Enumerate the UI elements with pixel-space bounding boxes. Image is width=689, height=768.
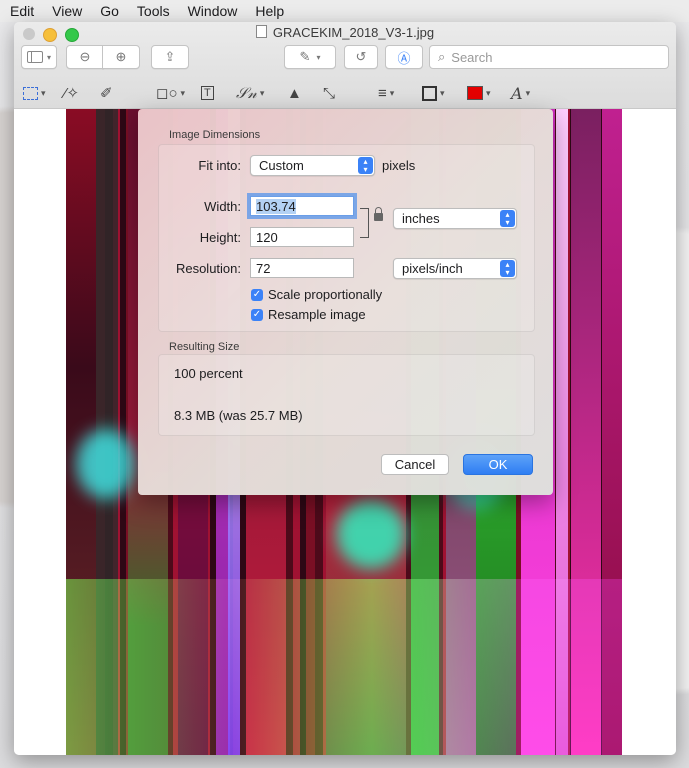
instant-alpha-tool[interactable]: ⁄✧ bbox=[64, 82, 79, 104]
border-icon bbox=[422, 85, 437, 101]
sign-tool[interactable]: 𝒮𝓃 ▾ bbox=[236, 82, 264, 104]
resolution-unit-popup[interactable]: pixels/inch ▴ ▾ bbox=[393, 258, 517, 279]
markup-button[interactable]: Ⓐ bbox=[385, 45, 423, 69]
shapes-icon: ◻︎○ bbox=[156, 85, 178, 102]
dimension-unit-popup[interactable]: inches ▴ ▾ bbox=[393, 208, 517, 229]
color-icon bbox=[467, 86, 483, 100]
width-value: 103.74 bbox=[256, 199, 296, 214]
text-icon: T bbox=[201, 86, 214, 100]
width-label: Width: bbox=[204, 199, 241, 214]
resample-image-label: Resample image bbox=[268, 307, 366, 322]
pen-button[interactable]: ✎ ▾ bbox=[284, 45, 336, 69]
search-field[interactable]: ⌕ Search bbox=[429, 45, 669, 69]
scale-proportionally-checkbox[interactable]: ✓ Scale proportionally bbox=[251, 287, 382, 302]
menu-bar: Edit View Go Tools Window Help bbox=[0, 0, 689, 22]
sign-icon: 𝒮𝓃 bbox=[236, 84, 257, 102]
sketch-tool[interactable]: ✐ bbox=[100, 82, 113, 104]
resample-image-checkbox[interactable]: ✓ Resample image bbox=[251, 307, 366, 322]
proportion-bracket bbox=[360, 208, 369, 238]
zoom-out-button[interactable]: ⊖ bbox=[66, 45, 104, 69]
window-title: GRACEKIM_2018_V3-1.jpg bbox=[14, 25, 676, 40]
dimension-unit-value: inches bbox=[402, 211, 440, 226]
text-style-tool[interactable]: A ▾ bbox=[511, 82, 530, 104]
menu-window[interactable]: Window bbox=[178, 3, 246, 19]
fit-into-value: Custom bbox=[259, 158, 304, 173]
menu-tools[interactable]: Tools bbox=[127, 3, 178, 19]
height-field[interactable]: 120 bbox=[250, 227, 354, 247]
popup-stepper-icon: ▴ ▾ bbox=[500, 210, 515, 227]
popup-stepper-icon: ▴ ▾ bbox=[500, 260, 515, 277]
resulting-size-label: Resulting Size bbox=[169, 341, 240, 353]
rect-select-tool[interactable]: ▾ bbox=[23, 82, 46, 104]
menu-help[interactable]: Help bbox=[245, 3, 292, 19]
ok-button[interactable]: OK bbox=[463, 454, 533, 475]
search-icon: ⌕ bbox=[438, 49, 446, 64]
image-size-dialog: Image Dimensions Fit into: Custom ▴ ▾ pix… bbox=[138, 109, 553, 495]
markup-icon: Ⓐ bbox=[397, 50, 411, 66]
zoom-out-icon: ⊖ bbox=[79, 49, 91, 64]
pen-icon: ✎ bbox=[299, 49, 311, 64]
adjust-size-tool[interactable]: ⤡ bbox=[323, 82, 335, 104]
adjust-color-icon: ▲ bbox=[287, 84, 302, 102]
lock-icon[interactable] bbox=[374, 207, 383, 221]
height-label: Height: bbox=[199, 230, 241, 245]
adjust-size-icon: ⤡ bbox=[323, 84, 336, 102]
menu-go[interactable]: Go bbox=[90, 3, 127, 19]
text-tool[interactable]: T bbox=[201, 82, 214, 104]
popup-stepper-icon: ▴ ▾ bbox=[358, 157, 373, 174]
adjust-color-tool[interactable]: ▲ bbox=[287, 82, 302, 104]
title-bar: GRACEKIM_2018_V3-1.jpg ▾ ⊖ ⊕ ⇪ ✎ ▾ ↺ Ⓐ ⌕ S… bbox=[14, 22, 676, 109]
cancel-button[interactable]: Cancel bbox=[381, 454, 449, 475]
menu-edit[interactable]: Edit bbox=[0, 3, 42, 19]
resulting-percent: 100 percent bbox=[174, 366, 243, 381]
font-icon: A bbox=[511, 83, 523, 103]
height-value: 120 bbox=[256, 230, 278, 245]
share-button[interactable]: ⇪ bbox=[151, 45, 189, 69]
sidebar-button[interactable]: ▾ bbox=[21, 45, 57, 69]
window-title-text: GRACEKIM_2018_V3-1.jpg bbox=[272, 25, 435, 40]
fit-into-label: Fit into: bbox=[198, 158, 241, 173]
toolbar-top: ▾ ⊖ ⊕ ⇪ ✎ ▾ ↺ Ⓐ ⌕ Search bbox=[14, 45, 676, 71]
resolution-field[interactable]: 72 bbox=[250, 258, 354, 278]
width-field[interactable]: 103.74 bbox=[250, 196, 354, 216]
search-placeholder: Search bbox=[451, 49, 493, 65]
rotate-icon: ↺ bbox=[355, 49, 367, 64]
share-icon: ⇪ bbox=[164, 49, 176, 64]
border-color-tool[interactable]: ▾ bbox=[422, 82, 445, 104]
zoom-in-button[interactable]: ⊕ bbox=[102, 45, 140, 69]
resolution-unit-value: pixels/inch bbox=[402, 261, 463, 276]
sidebar-icon bbox=[26, 51, 43, 63]
shapes-tool[interactable]: ◻︎○ ▾ bbox=[156, 82, 185, 104]
rotate-button[interactable]: ↺ bbox=[344, 45, 378, 69]
lines-icon: ≡ bbox=[378, 84, 387, 102]
fit-into-unit: pixels bbox=[382, 158, 416, 173]
zoom-in-icon: ⊕ bbox=[115, 49, 127, 64]
markup-toolbar: ▾ ⁄✧ ✐ ◻︎○ ▾ T 𝒮𝓃 ▾ ▲ ⤡ ≡ ▾ ▾ ▾ A ▾ bbox=[14, 82, 676, 106]
sketch-icon: ✐ bbox=[100, 85, 113, 102]
fill-color-tool[interactable]: ▾ bbox=[467, 82, 491, 104]
resolution-value: 72 bbox=[256, 261, 271, 276]
fit-into-popup[interactable]: Custom ▴ ▾ bbox=[250, 155, 375, 176]
checkmark-icon: ✓ bbox=[251, 288, 263, 301]
resolution-label: Resolution: bbox=[175, 261, 241, 276]
checkmark-icon: ✓ bbox=[251, 308, 263, 321]
document-icon bbox=[255, 25, 267, 38]
menu-view[interactable]: View bbox=[42, 3, 90, 19]
rect-select-icon bbox=[23, 86, 38, 100]
scale-proportionally-label: Scale proportionally bbox=[268, 287, 383, 302]
magic-wand-icon: ⁄✧ bbox=[64, 85, 80, 102]
line-style-tool[interactable]: ≡ ▾ bbox=[378, 82, 394, 104]
resulting-file-size: 8.3 MB (was 25.7 MB) bbox=[174, 408, 303, 423]
image-dimensions-label: Image Dimensions bbox=[169, 129, 261, 141]
